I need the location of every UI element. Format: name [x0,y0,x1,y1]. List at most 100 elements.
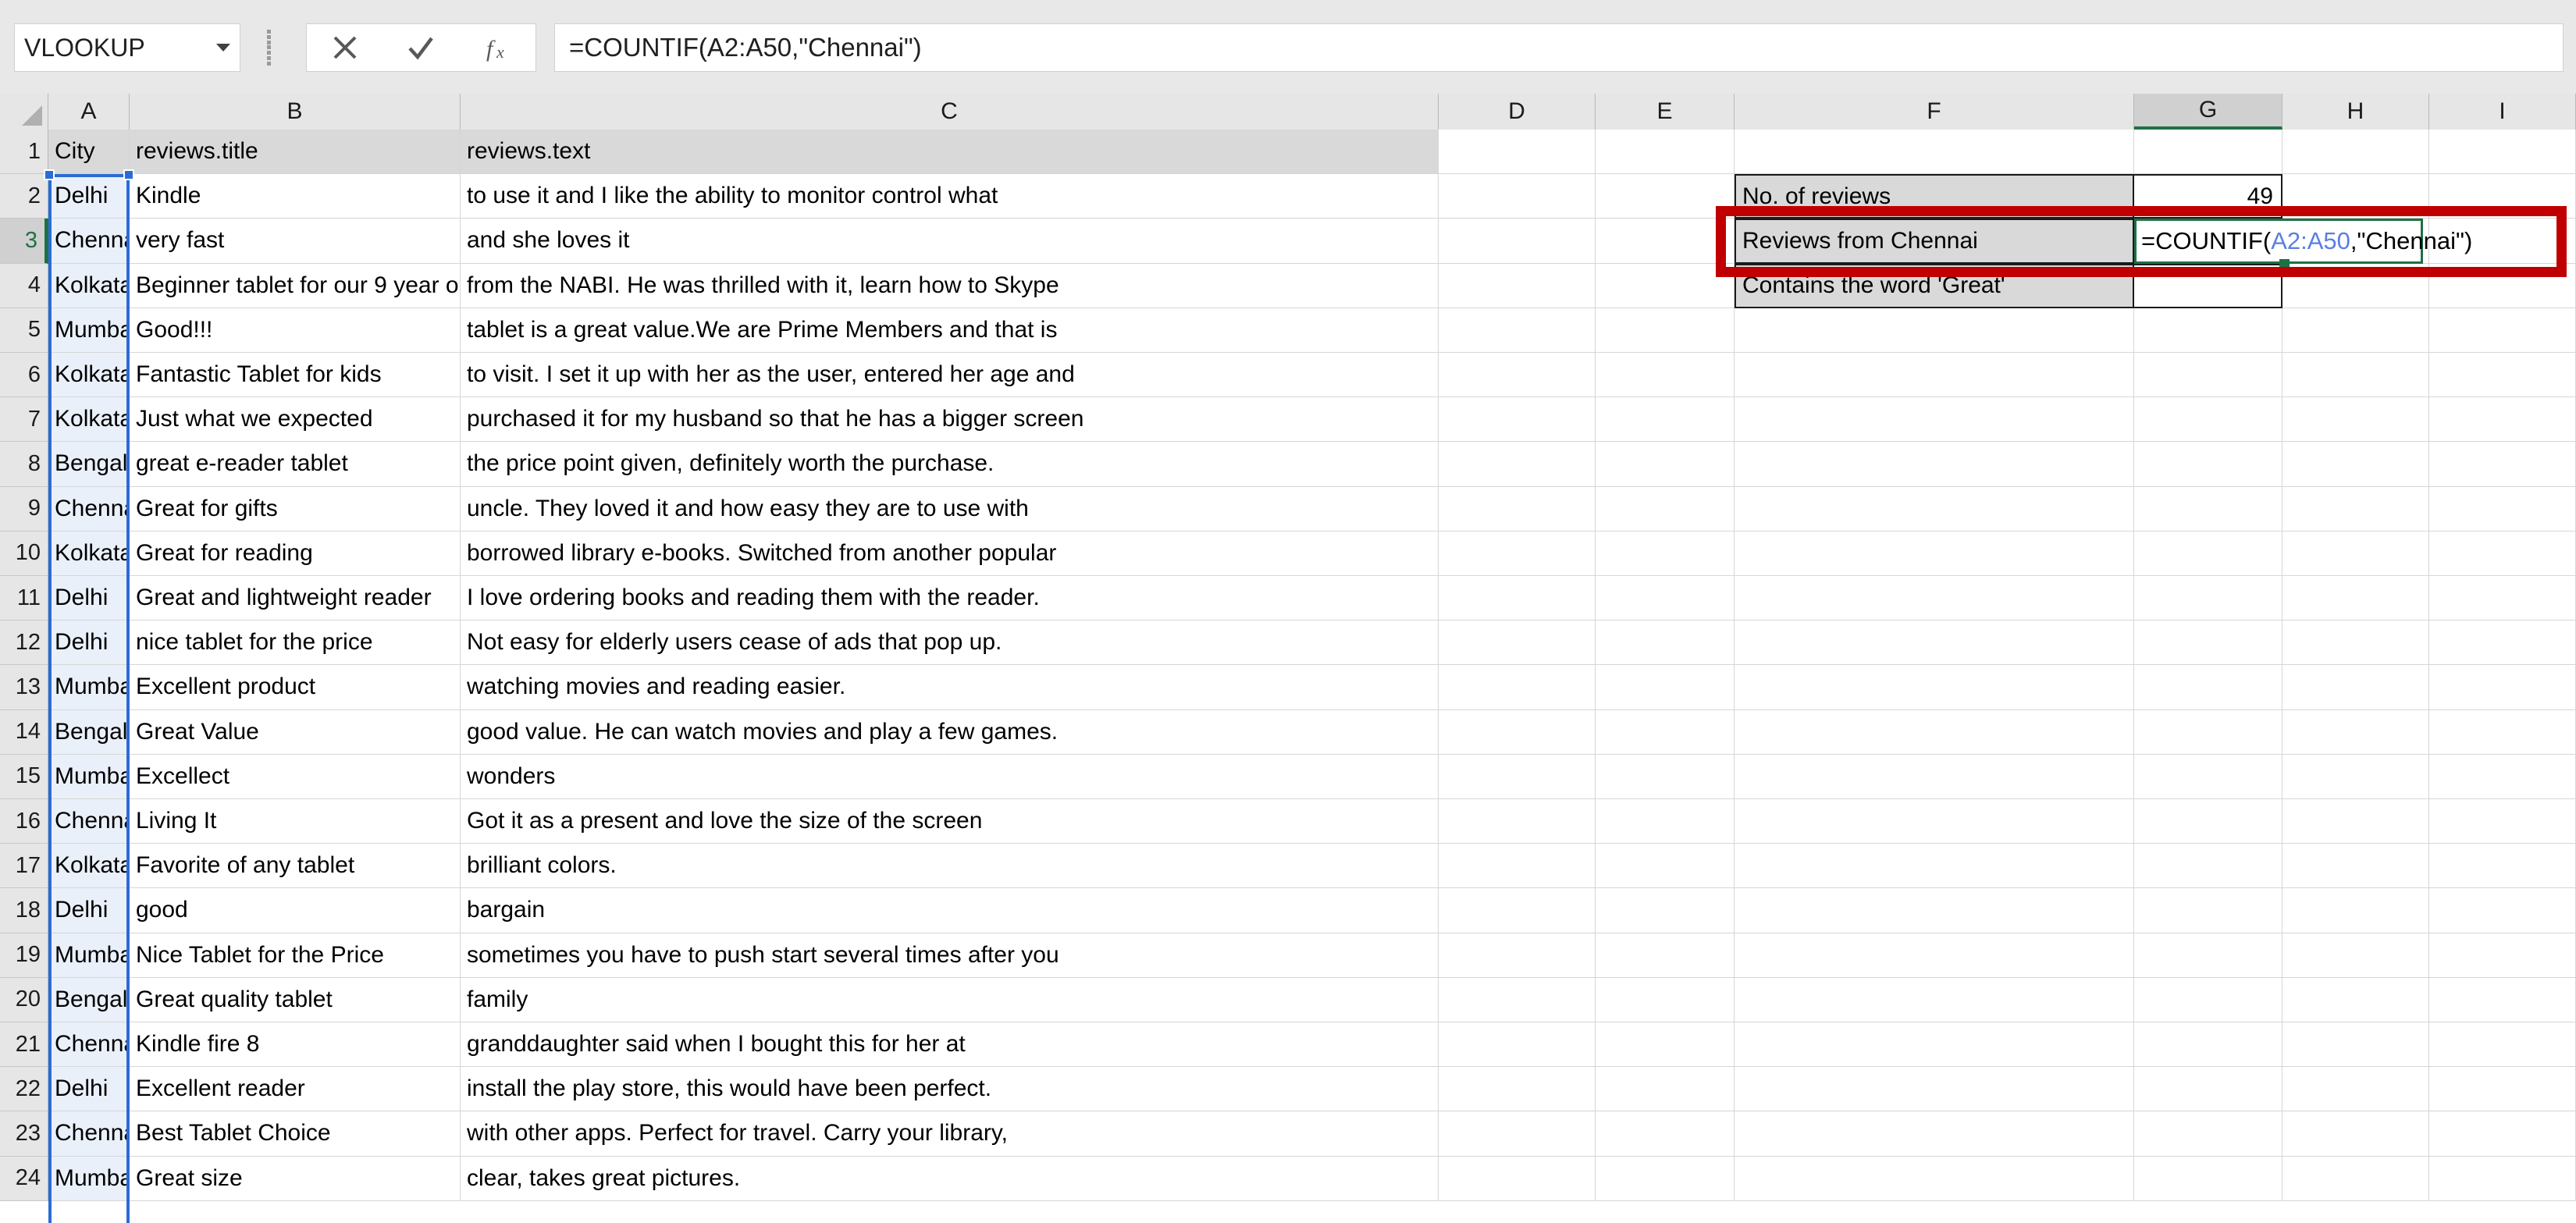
cell-F15[interactable] [1735,754,2134,799]
cell-A12[interactable]: Delhi [48,620,130,666]
cell-A6[interactable]: Kolkata [48,353,130,398]
cell-F11[interactable] [1735,576,2134,621]
cell-H9[interactable] [2282,486,2429,532]
row-header-23[interactable]: 23 [0,1111,48,1157]
column-header-f[interactable]: F [1735,94,2134,130]
cell-A4[interactable]: Kolkata [48,263,130,308]
cell-C24[interactable]: clear, takes great pictures. [461,1156,1439,1201]
cell-F24[interactable] [1735,1156,2134,1201]
cell-B19[interactable]: Nice Tablet for the Price [130,933,461,978]
cell-D10[interactable] [1439,531,1596,576]
cell-C9[interactable]: uncle. They loved it and how easy they a… [461,486,1439,532]
cell-F12[interactable] [1735,620,2134,666]
cell-B13[interactable]: Excellent product [130,665,461,710]
column-header-b[interactable]: B [130,94,461,130]
cell-E20[interactable] [1596,977,1735,1022]
cell-I16[interactable] [2429,799,2576,844]
row-header-11[interactable]: 11 [0,576,48,621]
chevron-down-icon[interactable] [216,44,230,52]
cell-E23[interactable] [1596,1111,1735,1157]
cell-I11[interactable] [2429,576,2576,621]
cell-D11[interactable] [1439,576,1596,621]
cell-H5[interactable] [2282,308,2429,353]
cell-B24[interactable]: Great size [130,1156,461,1201]
cell-G7[interactable] [2134,397,2282,443]
cell-C6[interactable]: to visit. I set it up with her as the us… [461,353,1439,398]
row-header-6[interactable]: 6 [0,353,48,398]
cell-E4[interactable] [1596,263,1735,308]
name-box[interactable]: VLOOKUP [14,23,240,72]
cell-F21[interactable] [1735,1022,2134,1068]
cell-B17[interactable]: Favorite of any tablet [130,844,461,889]
cell-E17[interactable] [1596,844,1735,889]
cell-E10[interactable] [1596,531,1735,576]
cell-G21[interactable] [2134,1022,2282,1068]
cell-D22[interactable] [1439,1067,1596,1112]
cell-H2[interactable] [2282,174,2429,219]
cell-G10[interactable] [2134,531,2282,576]
row-header-22[interactable]: 22 [0,1067,48,1112]
cell-E12[interactable] [1596,620,1735,666]
cell-G1[interactable] [2134,130,2282,175]
row-header-15[interactable]: 15 [0,754,48,799]
cell-E13[interactable] [1596,665,1735,710]
cell-A13[interactable]: Mumbai [48,665,130,710]
cell-D8[interactable] [1439,442,1596,487]
cell-A10[interactable]: Kolkata [48,531,130,576]
cell-H7[interactable] [2282,397,2429,443]
cell-D23[interactable] [1439,1111,1596,1157]
cell-E21[interactable] [1596,1022,1735,1068]
cell-A22[interactable]: Delhi [48,1067,130,1112]
cell-D1[interactable] [1439,130,1596,175]
cell-F8[interactable] [1735,442,2134,487]
cell-C5[interactable]: tablet is a great value.We are Prime Mem… [461,308,1439,353]
cell-D12[interactable] [1439,620,1596,666]
row-header-24[interactable]: 24 [0,1156,48,1201]
range-handle-top-left[interactable] [44,169,55,181]
column-header-d[interactable]: D [1439,94,1596,130]
cell-G11[interactable] [2134,576,2282,621]
cell-H20[interactable] [2282,977,2429,1022]
cell-H16[interactable] [2282,799,2429,844]
summary-value-3[interactable] [2134,263,2282,308]
cell-H15[interactable] [2282,754,2429,799]
cell-D19[interactable] [1439,933,1596,978]
cell-G6[interactable] [2134,353,2282,398]
cell-B10[interactable]: Great for reading [130,531,461,576]
cell-G23[interactable] [2134,1111,2282,1157]
cell-B20[interactable]: Great quality tablet [130,977,461,1022]
row-header-16[interactable]: 16 [0,799,48,844]
cell-F9[interactable] [1735,486,2134,532]
cell-G20[interactable] [2134,977,2282,1022]
fx-icon[interactable]: f x [466,24,528,71]
cell-C12[interactable]: Not easy for elderly users cease of ads … [461,620,1439,666]
cell-A15[interactable]: Mumbai [48,754,130,799]
cell-H24[interactable] [2282,1156,2429,1201]
column-header-h[interactable]: H [2282,94,2429,130]
cell-I19[interactable] [2429,933,2576,978]
cell-C3[interactable]: and she loves it [461,219,1439,264]
summary-label-3[interactable]: Contains the word 'Great' [1735,263,2134,308]
cell-F23[interactable] [1735,1111,2134,1157]
cell-F16[interactable] [1735,799,2134,844]
cell-I4[interactable] [2429,263,2576,308]
cell-D14[interactable] [1439,709,1596,755]
cell-D15[interactable] [1439,754,1596,799]
cell-E6[interactable] [1596,353,1735,398]
cell-B23[interactable]: Best Tablet Choice [130,1111,461,1157]
cell-C11[interactable]: I love ordering books and reading them w… [461,576,1439,621]
cell-D20[interactable] [1439,977,1596,1022]
cell-G16[interactable] [2134,799,2282,844]
cell-H21[interactable] [2282,1022,2429,1068]
select-all-corner[interactable] [0,94,48,130]
cell-D7[interactable] [1439,397,1596,443]
cell-F22[interactable] [1735,1067,2134,1112]
cell-D16[interactable] [1439,799,1596,844]
cell-C8[interactable]: the price point given, definitely worth … [461,442,1439,487]
cell-D24[interactable] [1439,1156,1596,1201]
cell-I23[interactable] [2429,1111,2576,1157]
cell-H22[interactable] [2282,1067,2429,1112]
column-header-g[interactable]: G [2134,94,2282,130]
cell-A5[interactable]: Mumbai [48,308,130,353]
cell-G13[interactable] [2134,665,2282,710]
